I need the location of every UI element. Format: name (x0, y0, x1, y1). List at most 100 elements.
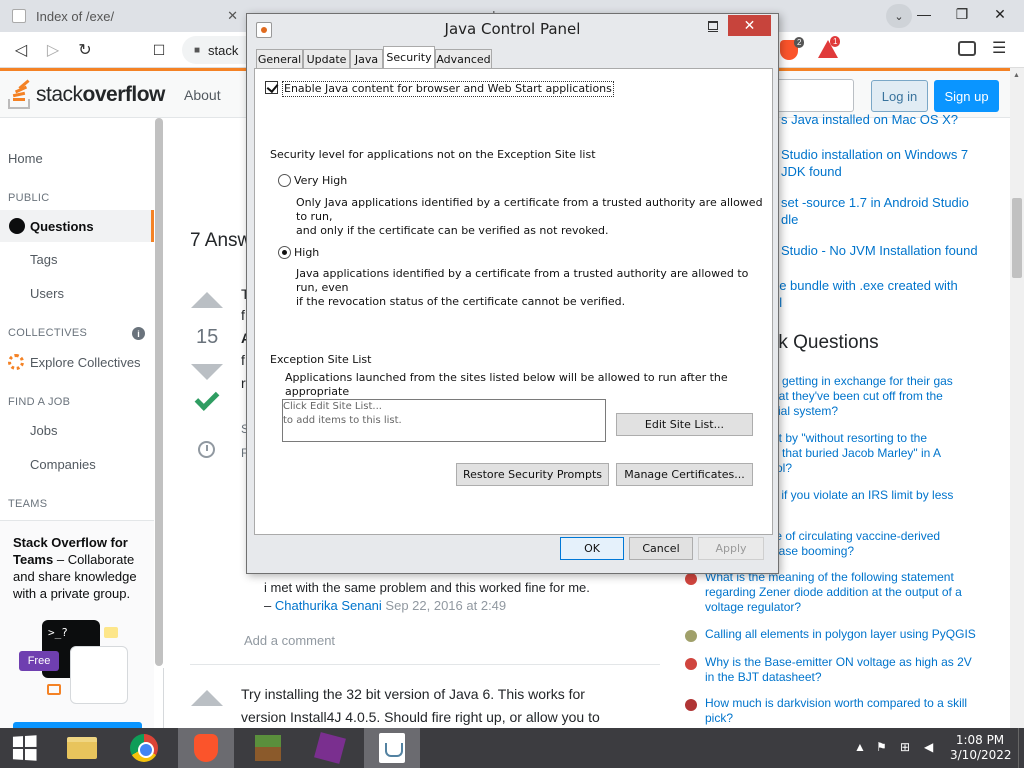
start-button[interactable] (0, 728, 48, 768)
hot-question-link[interactable]: How much is darkvision worth compared to… (705, 696, 995, 726)
taskbar-brave[interactable] (178, 728, 234, 768)
hot-question-link[interactable]: What is the meaning of the following sta… (705, 570, 995, 615)
reload-icon[interactable]: ↻ (72, 38, 98, 62)
gis-site-icon (685, 630, 697, 642)
taskbar-file-explorer[interactable] (54, 728, 110, 768)
tray-overflow-chevron-icon[interactable]: ▲ (854, 740, 866, 754)
page-scrollbar-up[interactable]: ▲ (1010, 68, 1024, 118)
login-button[interactable]: Log in (871, 80, 928, 112)
enable-java-label[interactable]: Enable Java content for browser and Web … (282, 81, 614, 97)
logo-text-bold: overflow (82, 83, 166, 106)
back-arrow-icon[interactable]: ◁ (8, 38, 34, 62)
sidebar-heading-teams: TEAMS (8, 498, 48, 510)
dialog-titlebar[interactable]: Java Control Panel ✕ (247, 14, 778, 46)
tab-advanced[interactable]: Advanced (435, 49, 492, 68)
taskbar-chrome[interactable] (116, 728, 172, 768)
upvote-arrow-icon[interactable] (191, 690, 223, 706)
hot-question-link[interactable]: a getting in exchange for their gas hat … (772, 374, 1002, 419)
electronics-site-icon (685, 573, 697, 585)
high-radio[interactable] (278, 246, 291, 259)
taskbar-minecraft[interactable] (240, 728, 296, 768)
hot-question-link[interactable]: Calling all elements in polygon layer us… (705, 627, 995, 642)
taskbar-game[interactable] (302, 728, 358, 768)
linked-question-link[interactable]: Studio installation on Windows 7 JDK fou… (781, 146, 1001, 180)
very-high-label[interactable]: Very High (294, 174, 347, 188)
tab-java[interactable]: Java (350, 49, 383, 68)
manage-certificates-button[interactable]: Manage Certificates... (616, 463, 753, 486)
windows-taskbar: ▲ ⚑ ⊞ ◀ 1:08 PM 3/10/2022 (0, 728, 1024, 768)
dialog-maximize-button[interactable] (708, 21, 718, 30)
tab-general[interactable]: General (256, 49, 303, 68)
electronics-site-icon (685, 658, 697, 670)
page-scrollbar[interactable] (1010, 118, 1024, 728)
restore-security-prompts-button[interactable]: Restore Security Prompts (456, 463, 609, 486)
sidebar-item-users[interactable]: Users (30, 286, 64, 301)
hot-question-link[interactable]: nt by "without resorting to the e that b… (772, 431, 1002, 476)
browser-tab-index-of-exe[interactable]: Index of /exe/ ✕ (0, 0, 248, 32)
volume-muted-icon[interactable]: ◀ (924, 740, 933, 754)
windows-logo-icon (12, 735, 37, 761)
hot-question-link[interactable]: s if you violate an IRS limit by less ? (772, 488, 1002, 518)
sidebar-item-explore-collectives[interactable]: Explore Collectives (30, 355, 141, 370)
dialog-close-button[interactable]: ✕ (728, 15, 771, 36)
system-clock[interactable]: 1:08 PM 3/10/2022 (950, 733, 1012, 763)
minecraft-icon (255, 735, 281, 761)
downvote-arrow-icon[interactable] (191, 364, 223, 380)
sidebar-item-tags[interactable]: Tags (30, 252, 57, 267)
network-icon[interactable]: ⊞ (900, 740, 910, 754)
cancel-button[interactable]: Cancel (629, 537, 693, 560)
linked-question-link[interactable]: s Java installed on Mac OS X? (781, 111, 1001, 128)
browser-minimize-button[interactable]: — (906, 0, 942, 28)
linked-question-link[interactable]: set -source 1.7 in Android Studio dle (781, 194, 1001, 228)
taskbar-java-control-panel[interactable] (364, 728, 420, 768)
comment-meta: – Chathurika Senani Sep 22, 2016 at 2:49 (264, 598, 506, 613)
tab-update[interactable]: Update (303, 49, 350, 68)
tab-security[interactable]: Security (383, 46, 435, 68)
exception-site-list-heading: Exception Site List (270, 353, 372, 366)
wallet-icon[interactable] (958, 41, 976, 56)
signup-button[interactable]: Sign up (934, 80, 999, 112)
ok-button[interactable]: OK (560, 537, 624, 560)
exception-site-list-box[interactable]: Click Edit Site List... to add items to … (282, 399, 606, 442)
scroll-up-arrow-icon: ▲ (1013, 72, 1020, 79)
upvote-arrow-icon[interactable] (191, 292, 223, 308)
tab-close-icon[interactable]: ✕ (227, 8, 238, 24)
add-comment-link[interactable]: Add a comment (244, 633, 335, 648)
edit-site-list-button[interactable]: Edit Site List... (616, 413, 753, 436)
sidebar-scrollbar[interactable] (154, 118, 164, 668)
sidebar-item-jobs[interactable]: Jobs (30, 423, 57, 438)
page-scrollbar-thumb[interactable] (1012, 198, 1022, 278)
forward-arrow-icon[interactable]: ▷ (40, 38, 66, 62)
browser-restore-button[interactable]: ❐ (944, 0, 980, 28)
high-label[interactable]: High (294, 246, 319, 260)
stackoverflow-logo[interactable]: stackoverflow (8, 79, 166, 109)
vote-count: 15 (196, 326, 219, 348)
linked-question-link[interactable]: ire bundle with .exe created with ol (772, 277, 992, 311)
sidebar-scrollbar-thumb[interactable] (155, 118, 163, 666)
browser-menu-icon[interactable]: ☰ (992, 38, 1006, 58)
collectives-icon (8, 354, 24, 370)
sidebar-heading-public: PUBLIC (8, 192, 50, 204)
enable-java-checkbox[interactable] (265, 81, 278, 94)
history-icon[interactable] (198, 441, 215, 458)
very-high-radio[interactable] (278, 174, 291, 187)
info-icon[interactable]: i (132, 327, 145, 340)
sidebar-item-questions-label[interactable]: Questions (30, 219, 94, 234)
hot-question-link[interactable]: te of circulating vaccine-derived ease b… (772, 529, 1002, 559)
search-input[interactable] (772, 79, 854, 112)
chat-bubble-icon (47, 684, 61, 695)
sidebar-item-home[interactable]: Home (8, 151, 43, 166)
sidebar-item-companies[interactable]: Companies (30, 457, 96, 472)
browser-close-button[interactable]: ✕ (982, 0, 1018, 28)
answer-divider (190, 664, 660, 665)
linked-question-link[interactable]: Studio - No JVM Installation found (781, 242, 1001, 259)
stackoverflow-logo-icon (8, 79, 32, 109)
show-desktop-button[interactable] (1018, 728, 1024, 768)
flag-notification-icon[interactable]: ⚑ (876, 740, 887, 754)
bookmark-icon[interactable]: ☐ (146, 38, 172, 62)
apply-button[interactable]: Apply (698, 537, 764, 560)
about-link[interactable]: About (184, 87, 221, 103)
comment-author-link[interactable]: Chathurika Senani (275, 598, 382, 613)
hot-question-link[interactable]: Why is the Base-emitter ON voltage as hi… (705, 655, 995, 685)
file-explorer-icon (67, 737, 97, 759)
